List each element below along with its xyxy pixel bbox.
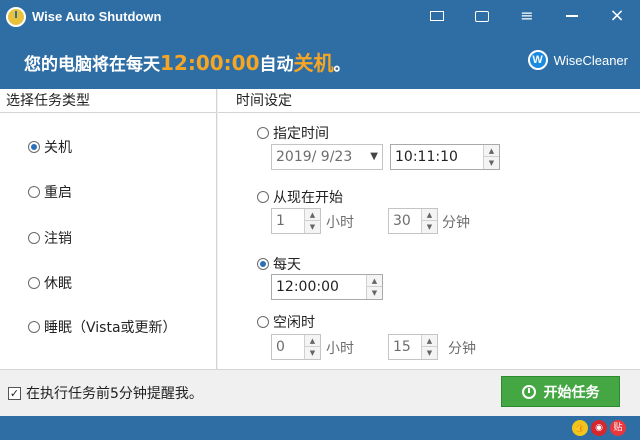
- time-settings-header: 时间设定: [218, 89, 640, 113]
- task-option-logoff[interactable]: 注销: [28, 228, 72, 248]
- from-now-minutes-value: 30: [393, 213, 411, 229]
- specified-time-value: 10:11:10: [395, 149, 458, 165]
- task-option-sleep[interactable]: 睡眠（Vista或更新）: [28, 317, 177, 337]
- time-settings-panel: 时间设定 指定时间 2019/ 9/23 ▼ 10:11:10 ▲ ▼ 从现在开始…: [218, 89, 640, 369]
- time-option-label: 空闲时: [273, 315, 315, 331]
- hours-spinner[interactable]: ▲ ▼: [304, 335, 320, 359]
- chevron-down-icon[interactable]: ▼: [370, 145, 378, 169]
- close-icon[interactable]: ×: [604, 4, 630, 28]
- idle-minutes-field[interactable]: 15 ▲ ▼: [388, 334, 438, 360]
- spin-up-icon[interactable]: ▲: [422, 335, 437, 347]
- reminder-label: 在执行任务前5分钟提醒我。: [26, 386, 203, 402]
- task-option-label: 注销: [44, 231, 72, 247]
- app-title: Wise Auto Shutdown: [32, 9, 162, 24]
- feedback-icon[interactable]: [469, 4, 495, 28]
- spin-down-icon[interactable]: ▼: [367, 287, 382, 299]
- task-option-label: 重启: [44, 185, 72, 201]
- radio-icon[interactable]: [257, 316, 269, 328]
- spin-down-icon[interactable]: ▼: [484, 157, 499, 169]
- task-type-header: 选择任务类型: [0, 89, 216, 113]
- spin-down-icon[interactable]: ▼: [305, 347, 320, 359]
- brand-name: WiseCleaner: [553, 52, 628, 68]
- banner-suffix: 。: [333, 55, 351, 75]
- minutes-spinner[interactable]: ▲ ▼: [421, 209, 437, 233]
- banner-prefix: 您的电脑将在每天: [24, 55, 160, 75]
- start-task-button[interactable]: 开始任务: [501, 376, 620, 407]
- task-option-label: 休眠: [44, 276, 72, 292]
- task-type-panel: 选择任务类型 关机 重启 注销 休眠 睡眠（Vista或更新）: [0, 89, 217, 369]
- status-bar: 👍 ◉ 贴: [0, 416, 640, 440]
- minimize-icon[interactable]: [559, 4, 585, 28]
- radio-icon[interactable]: [28, 141, 40, 153]
- time-spinner[interactable]: ▲ ▼: [483, 145, 499, 169]
- time-option-label: 指定时间: [273, 126, 329, 142]
- hours-unit-label: 小时: [326, 341, 354, 357]
- wisecleaner-logo-icon: W: [527, 50, 548, 70]
- radio-icon[interactable]: [28, 321, 40, 333]
- idle-minutes-value: 15: [393, 339, 411, 355]
- time-option-label: 每天: [273, 257, 301, 273]
- task-option-label: 关机: [44, 140, 72, 156]
- spin-down-icon[interactable]: ▼: [422, 347, 437, 359]
- time-spinner[interactable]: ▲ ▼: [366, 275, 382, 299]
- footer: ✓ 在执行任务前5分钟提醒我。 开始任务: [0, 369, 640, 416]
- minutes-unit-label: 分钟: [448, 341, 476, 357]
- radio-icon[interactable]: [28, 277, 40, 289]
- task-option-restart[interactable]: 重启: [28, 182, 72, 202]
- start-task-label: 开始任务: [543, 384, 600, 401]
- spin-down-icon[interactable]: ▼: [422, 221, 437, 233]
- banner-time: 12:00:00: [160, 51, 260, 75]
- time-option-specified[interactable]: 指定时间: [257, 123, 329, 143]
- time-option-idle[interactable]: 空闲时: [257, 312, 315, 332]
- idle-hours-field[interactable]: 0 ▲ ▼: [271, 334, 321, 360]
- task-option-shutdown[interactable]: 关机: [28, 137, 72, 157]
- spin-up-icon[interactable]: ▲: [305, 209, 320, 221]
- banner-action: 关机: [293, 51, 334, 75]
- time-option-daily[interactable]: 每天: [257, 254, 301, 274]
- spin-up-icon[interactable]: ▲: [422, 209, 437, 221]
- radio-icon[interactable]: [28, 232, 40, 244]
- spin-up-icon[interactable]: ▲: [484, 145, 499, 157]
- thumbs-up-icon[interactable]: 👍: [572, 420, 588, 436]
- spin-up-icon[interactable]: ▲: [367, 275, 382, 287]
- brand-link[interactable]: W WiseCleaner: [527, 50, 628, 70]
- mail-icon[interactable]: [424, 4, 450, 28]
- reminder-checkbox[interactable]: ✓: [8, 386, 21, 400]
- banner-middle: 自动: [259, 55, 294, 75]
- daily-time-field[interactable]: 12:00:00 ▲ ▼: [271, 274, 383, 300]
- spin-up-icon[interactable]: ▲: [305, 335, 320, 347]
- idle-hours-value: 0: [276, 339, 285, 355]
- task-option-label: 睡眠（Vista或更新）: [44, 320, 177, 336]
- from-now-hours-field[interactable]: 1 ▲ ▼: [271, 208, 321, 234]
- time-option-label: 从现在开始: [273, 190, 343, 206]
- banner-message: 您的电脑将在每天12:00:00自动关机。: [24, 47, 351, 76]
- date-picker[interactable]: 2019/ 9/23 ▼: [271, 144, 383, 170]
- alarm-clock-icon: [521, 384, 536, 399]
- specified-time-field[interactable]: 10:11:10 ▲ ▼: [390, 144, 500, 170]
- radio-icon[interactable]: [28, 186, 40, 198]
- time-option-from-now[interactable]: 从现在开始: [257, 187, 343, 207]
- status-banner: 您的电脑将在每天12:00:00自动关机。 W WiseCleaner: [0, 34, 640, 89]
- minutes-spinner[interactable]: ▲ ▼: [421, 335, 437, 359]
- title-bar: Wise Auto Shutdown ≡ ×: [0, 0, 640, 34]
- date-value: 2019/ 9/23: [276, 149, 353, 165]
- reminder-option[interactable]: ✓ 在执行任务前5分钟提醒我。: [8, 383, 203, 403]
- from-now-minutes-field[interactable]: 30 ▲ ▼: [388, 208, 438, 234]
- radio-icon[interactable]: [257, 127, 269, 139]
- hours-spinner[interactable]: ▲ ▼: [304, 209, 320, 233]
- weibo-icon[interactable]: ◉: [591, 420, 607, 436]
- radio-icon[interactable]: [257, 258, 269, 270]
- hours-unit-label: 小时: [326, 215, 354, 231]
- radio-icon[interactable]: [257, 191, 269, 203]
- from-now-hours-value: 1: [276, 213, 285, 229]
- tieba-icon[interactable]: 贴: [610, 420, 626, 436]
- minutes-unit-label: 分钟: [442, 215, 470, 231]
- daily-time-value: 12:00:00: [276, 279, 339, 295]
- menu-icon[interactable]: ≡: [514, 4, 540, 28]
- app-logo-icon: [6, 7, 26, 27]
- task-option-hibernate[interactable]: 休眠: [28, 273, 72, 293]
- spin-down-icon[interactable]: ▼: [305, 221, 320, 233]
